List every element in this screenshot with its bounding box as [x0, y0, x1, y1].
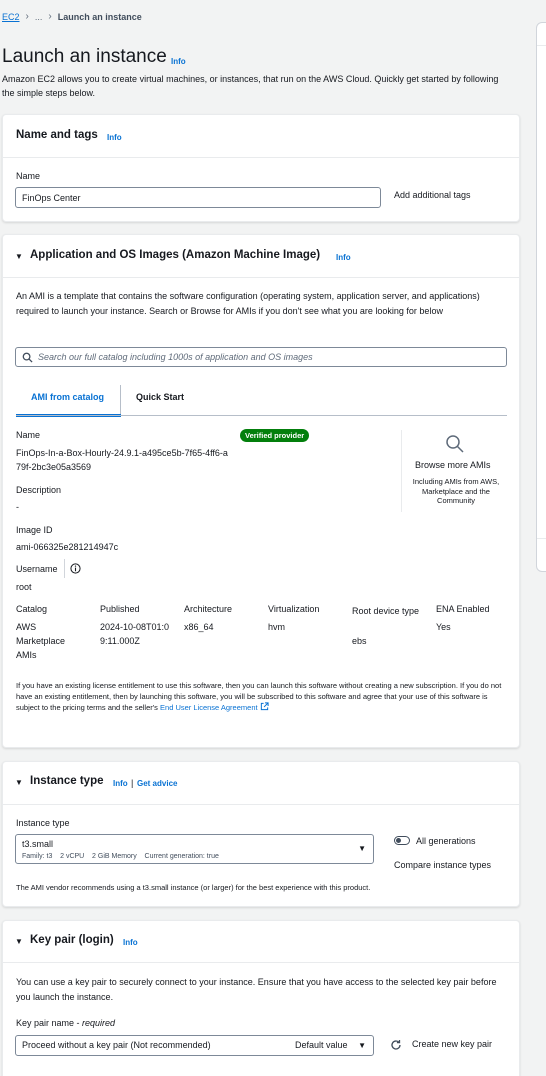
license-notice: If you have an existing license entitlem…	[16, 681, 509, 714]
ena-enabled-value: Yes	[436, 622, 451, 632]
instance-type-select[interactable]: t3.small Family: t3 2 vCPU 2 GiB Memory …	[15, 834, 374, 864]
section-title[interactable]: Instance type	[30, 775, 104, 787]
tab-label: AMI from catalog	[31, 392, 105, 402]
caret-down-icon: ▼	[358, 1041, 366, 1050]
browse-more-description: Including AMIs from AWS, Marketplace and…	[412, 477, 500, 505]
instance-type-value: t3.small	[22, 839, 54, 849]
instance-type-note: The AMI vendor recommends using a t3.sma…	[16, 883, 371, 892]
virtualization-label: Virtualization	[268, 604, 320, 614]
ami-description: An AMI is a template that contains the s…	[16, 291, 480, 316]
name-input-value: FinOps Center	[22, 192, 81, 203]
caret-down-icon[interactable]: ▼	[15, 778, 23, 787]
verified-provider-badge: Verified provider	[240, 429, 310, 442]
summary-panel	[536, 22, 546, 572]
key-pair-name-label: Key pair name - required	[16, 1018, 116, 1028]
generation-spec: Current generation: true	[144, 853, 219, 860]
username-divider	[64, 559, 65, 578]
all-generations-toggle[interactable]	[394, 836, 410, 845]
breadcrumb-ec2-link[interactable]: EC2	[2, 12, 20, 22]
ami-search-input[interactable]: Search our full catalog including 1000s …	[15, 347, 507, 367]
ami-name-label: Name	[16, 430, 41, 440]
external-link-icon[interactable]	[260, 702, 269, 711]
tabs-divider	[16, 415, 507, 416]
ami-description-label: Description	[16, 485, 62, 495]
info-circle-icon[interactable]	[70, 563, 81, 574]
catalog-label: Catalog	[16, 604, 48, 614]
all-generations-label: All generations	[416, 836, 476, 846]
license-text: If you have an existing license entitlem…	[16, 681, 502, 712]
refresh-icon[interactable]	[390, 1039, 402, 1051]
published-label: Published	[100, 604, 140, 614]
breadcrumb-current: Launch an instance	[57, 11, 142, 22]
summary-divider	[537, 538, 546, 539]
virtualization-value: hvm	[268, 622, 286, 632]
breadcrumb-ellipsis[interactable]: ...	[35, 12, 43, 22]
vcpu-spec: 2 vCPU	[60, 853, 85, 860]
ami-description-value: -	[16, 502, 19, 512]
eula-link[interactable]: End User License Agreement	[160, 703, 258, 712]
default-value-label: Default value	[295, 1040, 348, 1050]
username-value: root	[16, 582, 32, 592]
section-title: Name and tags	[16, 129, 98, 141]
image-id-value: ami-066325e281214947c	[16, 542, 119, 552]
search-icon	[22, 352, 33, 363]
ena-enabled-label: ENA Enabled	[436, 604, 490, 614]
catalog-value: AWS Marketplace AMIs	[16, 622, 66, 660]
caret-down-icon: ▼	[358, 844, 366, 853]
browse-more-amis-panel: Browse more AMIs Including AMIs from AWS…	[401, 430, 505, 512]
instance-type-label: Instance type	[16, 818, 70, 828]
search-icon	[446, 435, 464, 453]
key-pair-description: You can use a key pair to securely conne…	[16, 977, 497, 1002]
key-pair-section: ▼ Key pair (login) Info You can use a ke…	[2, 920, 520, 1076]
key-pair-value: Proceed without a key pair (Not recommen…	[22, 1040, 211, 1050]
info-link[interactable]: Info	[113, 779, 128, 788]
required-text: required	[82, 1018, 116, 1028]
breadcrumb: EC2 › ... › Launch an instance	[2, 11, 142, 22]
tab-label: Quick Start	[136, 392, 185, 402]
tab-ami-from-catalog[interactable]: AMI from catalog	[16, 385, 121, 417]
section-title[interactable]: Application and OS Images (Amazon Machin…	[30, 249, 320, 261]
ami-section: ▼ Application and OS Images (Amazon Mach…	[2, 234, 520, 748]
page-description: Amazon EC2 allows you to create virtual …	[2, 74, 499, 98]
image-id-label: Image ID	[16, 525, 53, 535]
get-advice-link[interactable]: Get advice	[137, 779, 177, 788]
instance-type-specs: Family: t3 2 vCPU 2 GiB Memory Current g…	[22, 853, 219, 860]
root-device-type-label: Root device type	[352, 606, 420, 616]
tab-quick-start[interactable]: Quick Start	[122, 385, 212, 415]
section-title[interactable]: Key pair (login)	[30, 934, 114, 946]
username-label: Username	[16, 564, 58, 574]
name-label: Name	[16, 171, 41, 181]
summary-divider	[537, 45, 546, 46]
published-value: 2024-10-08T01:09:11.000Z	[100, 622, 170, 646]
page-title: Launch an instance	[2, 46, 167, 67]
browse-more-amis-link[interactable]: Browse more AMIs	[415, 460, 491, 470]
caret-down-icon[interactable]: ▼	[15, 252, 23, 261]
name-and-tags-section: Name and tags Info Name FinOps Center Ad…	[2, 114, 520, 222]
link-separator: |	[131, 778, 134, 788]
compare-instance-types-link[interactable]: Compare instance types	[394, 860, 491, 870]
ami-search-placeholder: Search our full catalog including 1000s …	[38, 352, 313, 362]
name-input[interactable]: FinOps Center	[15, 187, 381, 208]
info-link[interactable]: Info	[107, 133, 122, 142]
family-spec: Family: t3	[22, 853, 53, 860]
chevron-right-icon: ›	[25, 11, 29, 22]
key-pair-select[interactable]: Proceed without a key pair (Not recommen…	[15, 1035, 374, 1056]
page-info-link[interactable]: Info	[171, 57, 186, 66]
key-pair-label-text: Key pair name	[16, 1018, 75, 1028]
add-additional-tags-link[interactable]: Add additional tags	[394, 190, 471, 200]
info-link[interactable]: Info	[123, 938, 138, 947]
memory-spec: 2 GiB Memory	[92, 853, 137, 860]
create-new-key-pair-link[interactable]: Create new key pair	[412, 1039, 492, 1049]
ami-name-value: FinOps-In-a-Box-Hourly-24.9.1-a495ce5b-7…	[16, 448, 228, 472]
instance-type-section: ▼ Instance type Info | Get advice Instan…	[2, 761, 520, 907]
architecture-value: x86_64	[184, 622, 214, 632]
chevron-right-icon: ›	[48, 11, 52, 22]
caret-down-icon[interactable]: ▼	[15, 937, 23, 946]
architecture-label: Architecture	[184, 604, 233, 614]
root-device-type-value: ebs	[352, 636, 367, 646]
info-link[interactable]: Info	[336, 253, 351, 262]
